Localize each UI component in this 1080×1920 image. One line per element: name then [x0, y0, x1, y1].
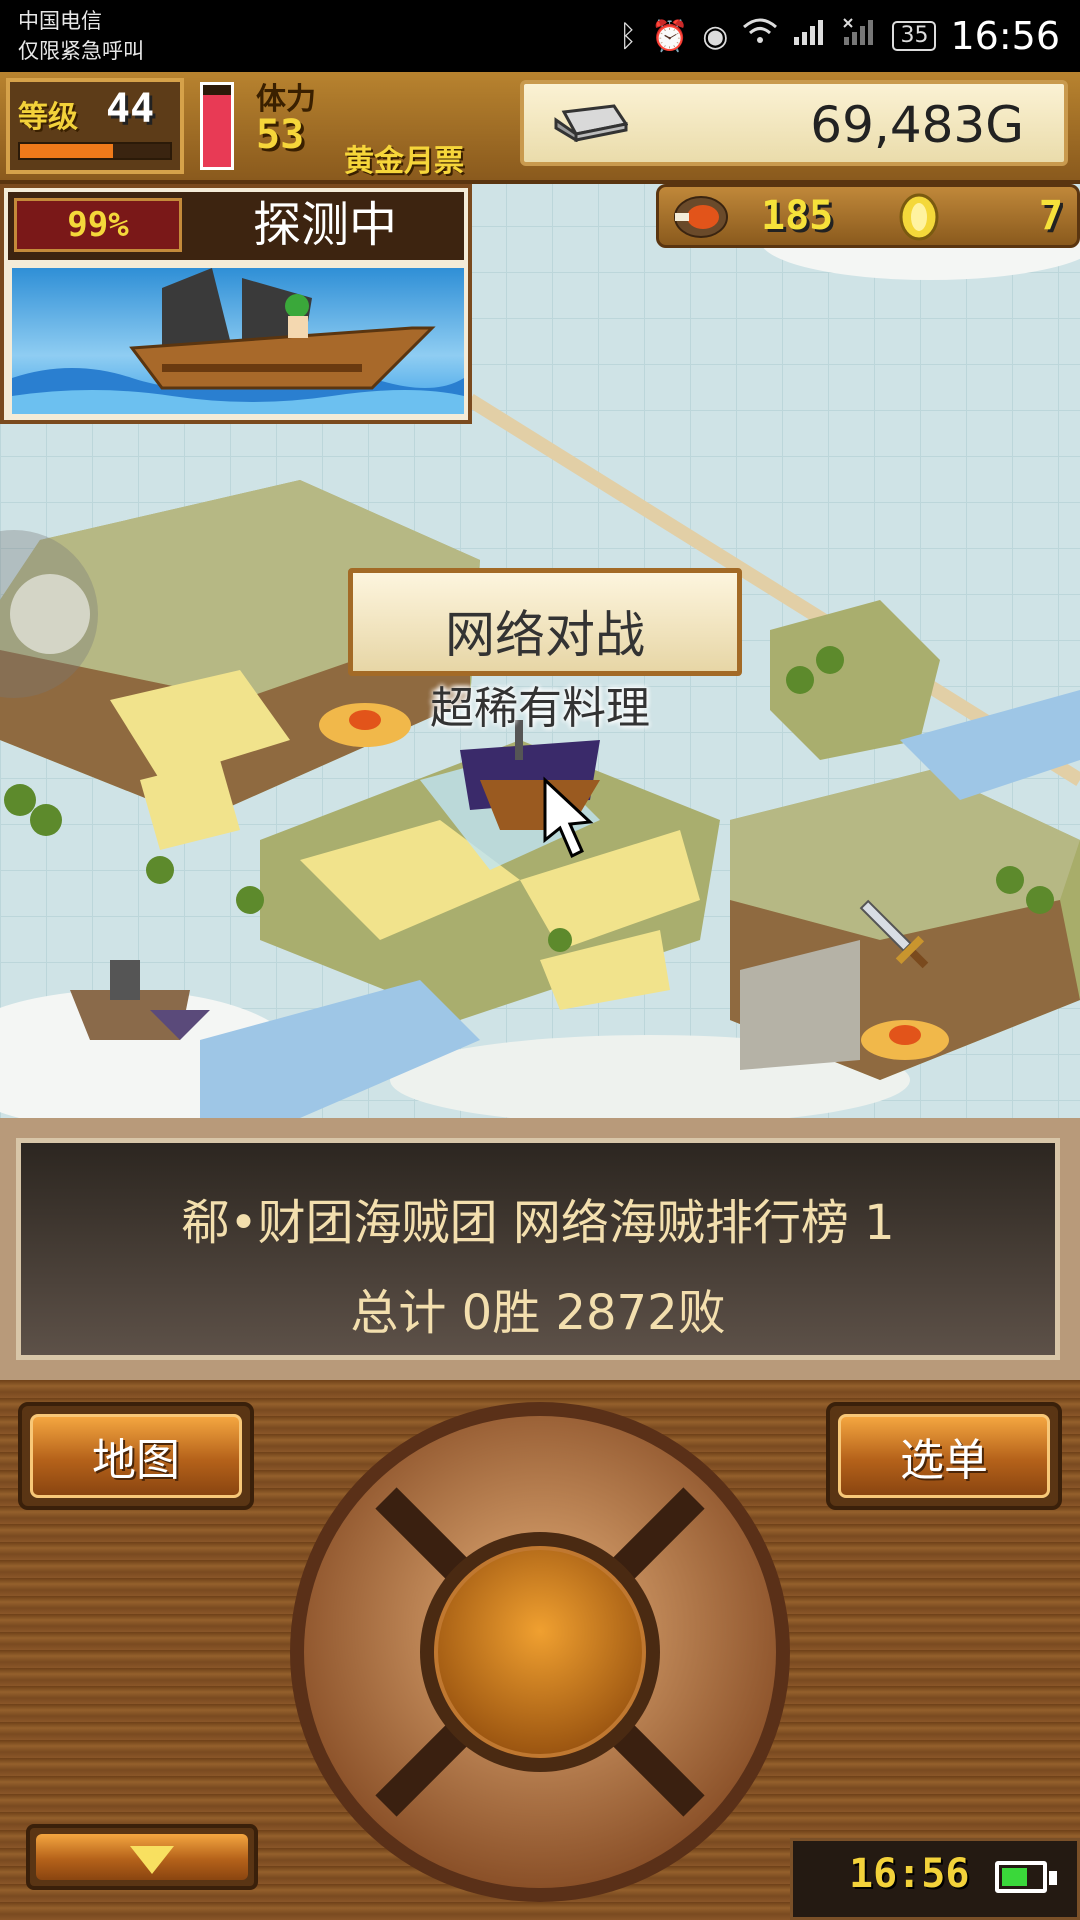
menu-button[interactable]: 选单: [826, 1402, 1062, 1510]
stamina-value: 53: [256, 112, 305, 158]
carrier-info: 中国电信 仅限紧急呼叫: [18, 6, 144, 66]
online-battle-popup[interactable]: 网络对战: [348, 568, 742, 676]
meat-value: 185: [761, 193, 834, 239]
pirate-ship-illustration: [12, 268, 464, 414]
map-button[interactable]: 地图: [18, 1402, 254, 1510]
exploration-panel[interactable]: 99% 探测中: [0, 184, 472, 424]
top-hud: 等级 44 体力 53 黄金月票 69,483G: [0, 72, 1080, 184]
collapse-button[interactable]: [26, 1824, 258, 1890]
emergency-only-text: 仅限紧急呼叫: [18, 39, 144, 63]
no-signal-icon: [842, 17, 878, 55]
level-label: 等级: [18, 100, 78, 135]
menu-button-label: 选单: [838, 1414, 1050, 1498]
side-drawer-knob[interactable]: [10, 574, 90, 654]
stamina-gauge: [200, 82, 234, 170]
carrier-name: 中国电信: [18, 9, 102, 33]
meat-icon: [674, 196, 728, 238]
golden-monthly-ticket[interactable]: 黄金月票: [344, 136, 464, 180]
level-panel: 等级 44: [6, 78, 184, 174]
resource-bar: 185 7: [656, 184, 1080, 248]
gold-panel: 69,483G: [520, 80, 1068, 166]
eye-icon: ◉: [702, 18, 729, 54]
directional-pad[interactable]: [286, 1398, 794, 1906]
game-clock: 16:56: [790, 1838, 1080, 1920]
status-bar: 中国电信 仅限紧急呼叫 ᛒ ⏰ ◉ 35 16:56: [0, 0, 1080, 72]
map-button-label: 地图: [30, 1414, 242, 1498]
chevron-down-icon: [130, 1846, 174, 1874]
online-battle-label: 网络对战: [445, 606, 645, 664]
game-clock-time: 16:56: [849, 1851, 970, 1897]
info-message-box: 郗•财团海贼团 网络海贼排行榜 1 总计 0胜 2872败: [16, 1138, 1060, 1360]
ranking-text: 郗•财团海贼团 网络海贼排行榜 1: [181, 1195, 895, 1251]
signal-icon: [792, 17, 828, 55]
status-time: 16:56: [950, 14, 1060, 58]
ship-name-label: 超稀有料理: [430, 683, 650, 734]
wifi-icon: [742, 17, 778, 55]
exploration-ship-scene: [12, 268, 464, 414]
battery-icon: [995, 1861, 1047, 1893]
level-progress-fill: [20, 144, 113, 158]
medal-value: 7: [1038, 193, 1063, 239]
status-icons: ᛒ ⏰ ◉ 35 16:56: [619, 0, 1060, 72]
alarm-icon: ⏰: [650, 18, 689, 54]
level-value: 44: [106, 86, 155, 132]
gold-value: 69,483G: [810, 96, 1024, 154]
battery-fill: [1002, 1868, 1027, 1886]
medal-icon: [899, 193, 939, 241]
exploration-header: 99% 探测中: [8, 192, 464, 260]
level-progress-bar: [18, 142, 172, 160]
exploration-percent: 99%: [14, 198, 182, 252]
bluetooth-icon: ᛒ: [618, 18, 637, 54]
record-text: 总计 0胜 2872败: [350, 1285, 726, 1341]
collapse-button-face: [36, 1834, 248, 1880]
silver-ingot-icon: [554, 104, 628, 142]
exploration-status: 探测中: [252, 197, 397, 253]
battery-tip: [1049, 1871, 1057, 1885]
info-panel: 郗•财团海贼团 网络海贼排行榜 1 总计 0胜 2872败: [0, 1118, 1080, 1380]
battery-indicator: 35: [892, 21, 937, 51]
stamina-gauge-fill: [203, 94, 231, 167]
